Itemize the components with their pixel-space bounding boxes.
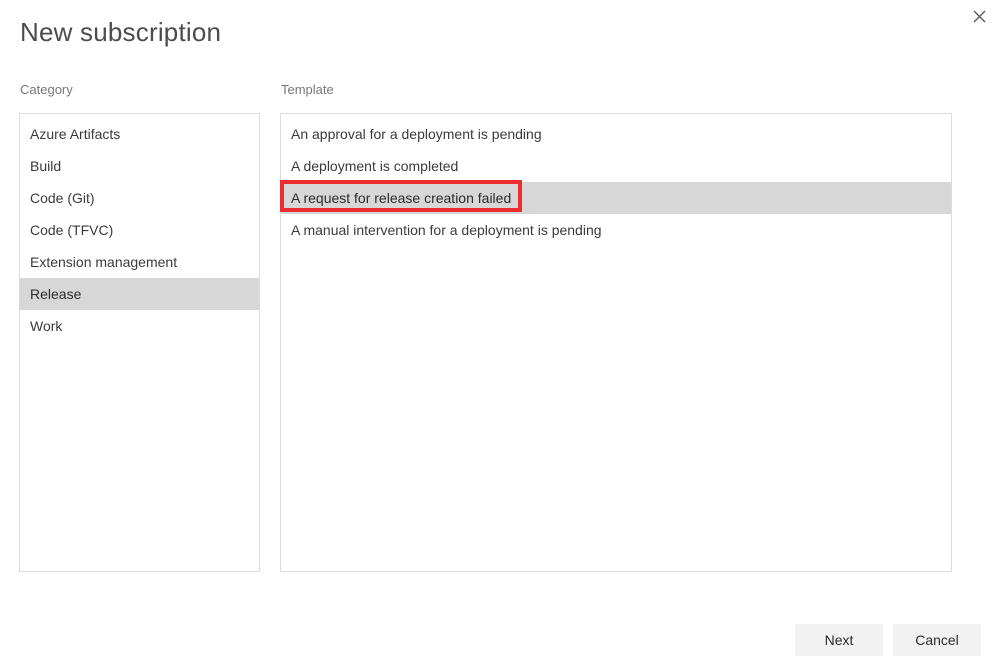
new-subscription-dialog: New subscription Category Azure Artifact… xyxy=(0,0,1000,664)
list-item[interactable]: Build xyxy=(20,150,259,182)
category-listbox[interactable]: Azure Artifacts Build Code (Git) Code (T… xyxy=(19,113,260,572)
list-item[interactable]: A manual intervention for a deployment i… xyxy=(281,214,951,246)
list-item[interactable]: An approval for a deployment is pending xyxy=(281,118,951,150)
list-item[interactable]: A request for release creation failed xyxy=(281,182,951,214)
list-item[interactable]: Azure Artifacts xyxy=(20,118,259,150)
list-item[interactable]: Extension management xyxy=(20,246,259,278)
list-item[interactable]: Code (TFVC) xyxy=(20,214,259,246)
next-button[interactable]: Next xyxy=(795,624,883,656)
template-listbox[interactable]: An approval for a deployment is pending … xyxy=(280,113,952,572)
list-item[interactable]: Code (Git) xyxy=(20,182,259,214)
dialog-footer: Next Cancel xyxy=(0,624,1000,656)
template-column-label: Template xyxy=(281,82,334,98)
template-list: An approval for a deployment is pending … xyxy=(281,114,951,246)
page-title: New subscription xyxy=(20,15,221,49)
category-column-label: Category xyxy=(20,82,73,98)
category-list: Azure Artifacts Build Code (Git) Code (T… xyxy=(20,114,259,342)
close-glyph xyxy=(973,10,986,23)
list-item[interactable]: Release xyxy=(20,278,259,310)
list-item[interactable]: A deployment is completed xyxy=(281,150,951,182)
close-icon[interactable] xyxy=(964,2,994,30)
cancel-button[interactable]: Cancel xyxy=(893,624,981,656)
list-item[interactable]: Work xyxy=(20,310,259,342)
